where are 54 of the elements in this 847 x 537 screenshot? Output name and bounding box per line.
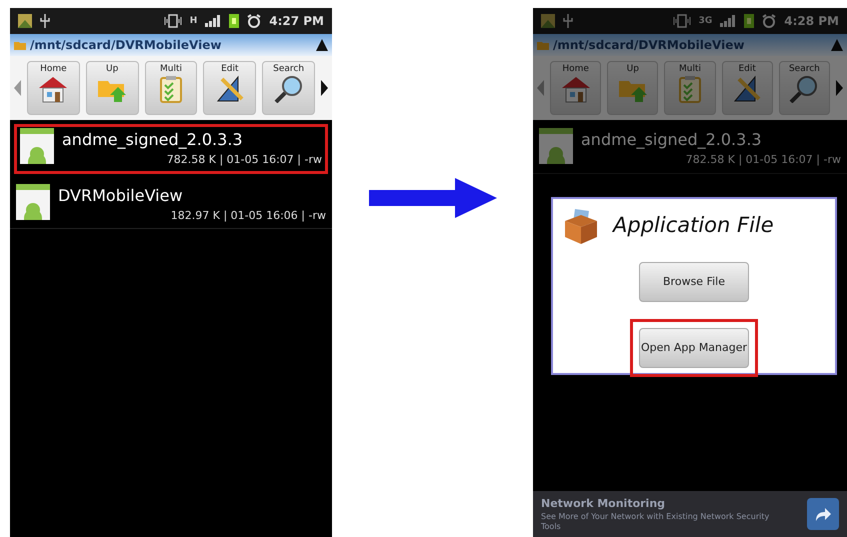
toolbar-button[interactable]: Edit xyxy=(722,61,773,115)
path-text: /mnt/sdcard/DVRMobileView xyxy=(553,37,746,54)
house-icon xyxy=(37,75,70,104)
signal-icon xyxy=(720,15,736,27)
toolbar-button[interactable]: Home xyxy=(27,61,80,115)
vibrate-icon xyxy=(164,14,182,28)
house-icon xyxy=(560,75,592,104)
scroll-right-icon[interactable] xyxy=(320,80,328,96)
file-row[interactable]: andme_signed_2.0.3.3 782.58 K | 01-05 16:07 | -rw xyxy=(14,124,328,174)
folder-icon xyxy=(537,40,549,50)
network-type: 3G xyxy=(698,16,712,26)
signal-icon xyxy=(205,15,222,27)
scroll-left-icon[interactable] xyxy=(14,80,21,96)
toolbar-button[interactable]: Search xyxy=(262,61,315,115)
android-file-icon xyxy=(539,128,573,164)
right-arrow-icon xyxy=(368,178,496,218)
android-file-icon xyxy=(20,128,54,164)
folder-icon xyxy=(14,40,26,50)
toolbar-button[interactable]: Edit xyxy=(203,61,256,115)
file-name: andme_signed_2.0.3.3 xyxy=(581,129,763,151)
toolbar-button[interactable]: Home xyxy=(550,61,602,115)
usb-icon xyxy=(40,14,50,28)
file-name: DVRMobileView xyxy=(58,184,184,206)
clock-time: 4:28 PM xyxy=(784,13,839,30)
battery-icon xyxy=(744,14,754,28)
alarm-clock-icon xyxy=(762,14,776,28)
alarm-clock-icon xyxy=(247,14,262,28)
android-file-icon xyxy=(16,184,50,220)
file-details: 782.58 K | 01-05 16:07 | -rw xyxy=(686,152,841,168)
banner-text: See More of Your Network with Existing Network Security Tools xyxy=(541,512,770,532)
file-name: andme_signed_2.0.3.3 xyxy=(62,129,244,151)
toolbar-button[interactable]: Search xyxy=(778,61,830,115)
search-icon xyxy=(272,75,305,104)
toolbar-button[interactable]: Up xyxy=(607,61,658,115)
file-row[interactable]: andme_signed_2.0.3.3 782.58 K | 01-05 16:07 | -rw xyxy=(533,124,847,174)
toolbar-button[interactable]: Up xyxy=(86,61,139,115)
picture-icon xyxy=(541,14,555,28)
dialog-button[interactable]: Open App Manager xyxy=(639,328,749,368)
clock-time: 4:27 PM xyxy=(269,13,324,30)
collapse-icon[interactable] xyxy=(316,39,328,51)
banner-title: Network Monitoring xyxy=(541,496,666,512)
file-details: 182.97 K | 01-05 16:06 | -rw xyxy=(170,208,326,224)
vibrate-icon xyxy=(672,14,691,28)
network-type: H xyxy=(190,16,198,26)
dialog-title: Application File xyxy=(613,212,774,240)
usb-icon xyxy=(563,14,573,28)
battery-icon xyxy=(229,14,240,28)
dialog-button[interactable]: Browse File xyxy=(639,262,749,302)
picture-icon xyxy=(18,14,32,28)
toolbar-button[interactable]: Multi xyxy=(664,61,716,115)
path-text: /mnt/sdcard/DVRMobileView xyxy=(30,37,222,54)
file-row[interactable]: DVRMobileView 182.97 K | 01-05 16:06 | -rw xyxy=(10,180,332,229)
toolbar-button[interactable]: Multi xyxy=(144,61,198,115)
file-details: 782.58 K | 01-05 16:07 | -rw xyxy=(166,152,322,168)
